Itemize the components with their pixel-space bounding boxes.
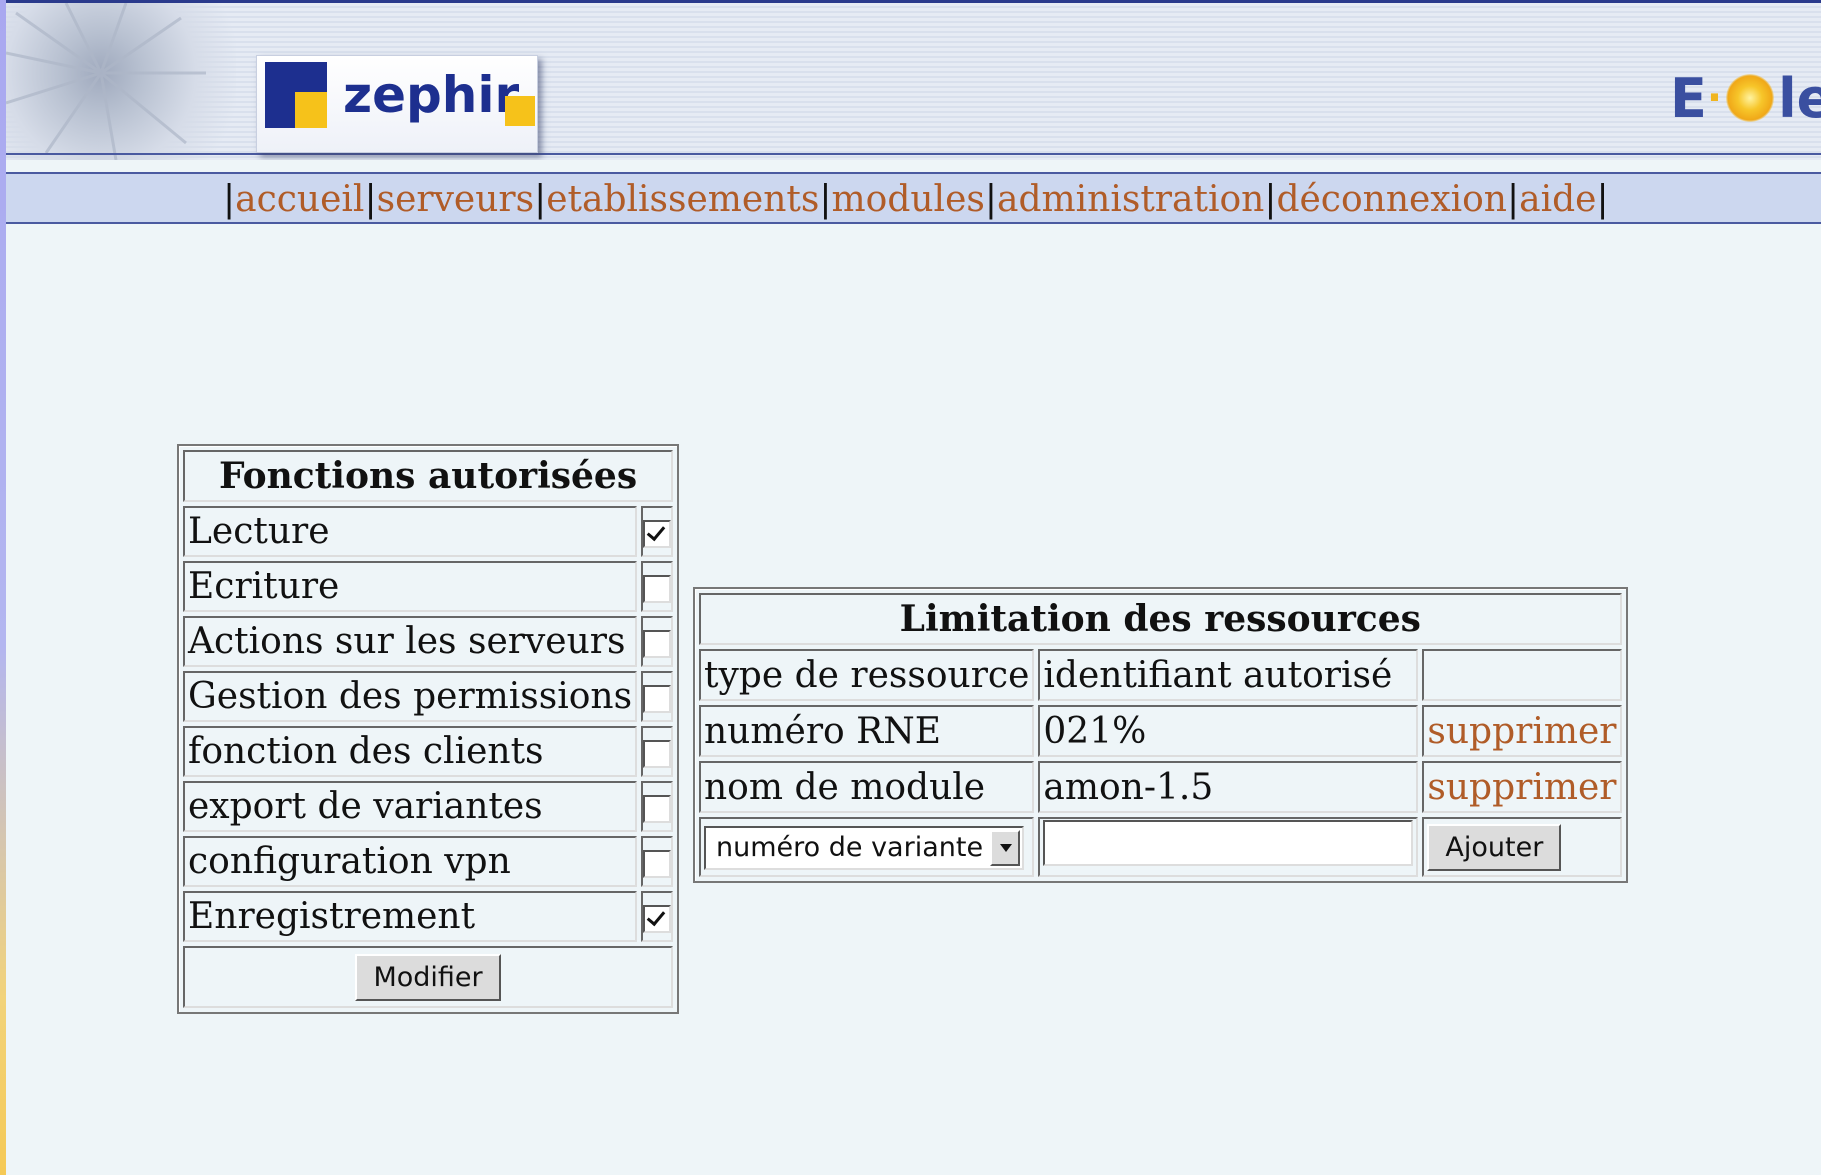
nav-accueil[interactable]: accueil xyxy=(235,179,364,220)
functions-table: Fonctions autorisées Lecture Ecriture Ac… xyxy=(177,444,680,1014)
function-row: Lecture xyxy=(183,506,674,557)
nav-etablissements[interactable]: etablissements xyxy=(546,179,819,220)
function-label: fonction des clients xyxy=(183,726,638,777)
add-button[interactable]: Ajouter xyxy=(1427,823,1562,871)
function-row: configuration vpn xyxy=(183,836,674,887)
function-label: Enregistrement xyxy=(183,891,638,942)
actions-serveurs-checkbox[interactable] xyxy=(643,630,672,658)
column-header: identifiant autorisé xyxy=(1038,649,1419,701)
nav-serveurs[interactable]: serveurs xyxy=(377,179,535,220)
functions-title: Fonctions autorisées xyxy=(183,450,674,502)
export-variantes-checkbox[interactable] xyxy=(643,795,672,823)
function-row: Enregistrement xyxy=(183,891,674,942)
header-rule xyxy=(6,153,1821,155)
nav-deconnexion[interactable]: déconnexion xyxy=(1276,179,1507,220)
chevron-down-icon[interactable] xyxy=(990,829,1020,866)
header-banner: zephir E · le xyxy=(6,0,1821,160)
function-label: Gestion des permissions xyxy=(183,671,638,722)
nav-links: |accueil|serveurs|etablissements|modules… xyxy=(223,179,1609,220)
column-header: type de ressource xyxy=(699,649,1035,701)
resource-type-select[interactable]: numéro de variante xyxy=(704,825,1024,870)
modify-button[interactable]: Modifier xyxy=(355,953,501,1001)
function-row: Gestion des permissions xyxy=(183,671,674,722)
nav-aide[interactable]: aide xyxy=(1519,179,1596,220)
resource-type: nom de module xyxy=(699,761,1035,813)
function-row: export de variantes xyxy=(183,781,674,832)
nav-bar: |accueil|serveurs|etablissements|modules… xyxy=(6,172,1821,224)
lecture-checkbox[interactable] xyxy=(643,520,672,548)
resource-id-input[interactable] xyxy=(1043,819,1414,866)
function-label: export de variantes xyxy=(183,781,638,832)
logo-text: zephir xyxy=(343,66,520,124)
table-row: nom de module amon-1.5 supprimer xyxy=(699,761,1622,813)
function-label: Ecriture xyxy=(183,561,638,612)
function-row: Actions sur les serveurs xyxy=(183,616,674,667)
gestion-permissions-checkbox[interactable] xyxy=(643,685,672,713)
function-row: Ecriture xyxy=(183,561,674,612)
eole-logo: E · le xyxy=(1670,66,1821,130)
nav-administration[interactable]: administration xyxy=(997,179,1264,220)
resources-header-row: type de ressource identifiant autorisé xyxy=(699,649,1622,701)
add-row: numéro de variante Ajouter xyxy=(699,817,1622,877)
resources-title: Limitation des ressources xyxy=(699,593,1622,645)
column-header xyxy=(1422,649,1622,701)
delete-link[interactable]: supprimer xyxy=(1427,767,1616,808)
fonction-clients-checkbox[interactable] xyxy=(643,740,672,768)
resources-table: Limitation des ressources type de ressou… xyxy=(693,587,1628,883)
enregistrement-checkbox[interactable] xyxy=(643,905,672,933)
select-value: numéro de variante xyxy=(716,832,984,864)
nav-modules[interactable]: modules xyxy=(832,179,985,220)
header-decoration xyxy=(6,3,236,160)
zephir-logo: zephir xyxy=(256,55,538,153)
ecriture-checkbox[interactable] xyxy=(643,575,672,603)
delete-link[interactable]: supprimer xyxy=(1427,711,1616,752)
sun-icon xyxy=(1726,74,1775,122)
function-label: Lecture xyxy=(183,506,638,557)
resource-type: numéro RNE xyxy=(699,705,1035,757)
function-label: Actions sur les serveurs xyxy=(183,616,638,667)
function-row: fonction des clients xyxy=(183,726,674,777)
configuration-vpn-checkbox[interactable] xyxy=(643,850,672,878)
function-label: configuration vpn xyxy=(183,836,638,887)
resource-id: amon-1.5 xyxy=(1038,761,1419,813)
table-row: numéro RNE 021% supprimer xyxy=(699,705,1622,757)
resource-id: 021% xyxy=(1038,705,1419,757)
